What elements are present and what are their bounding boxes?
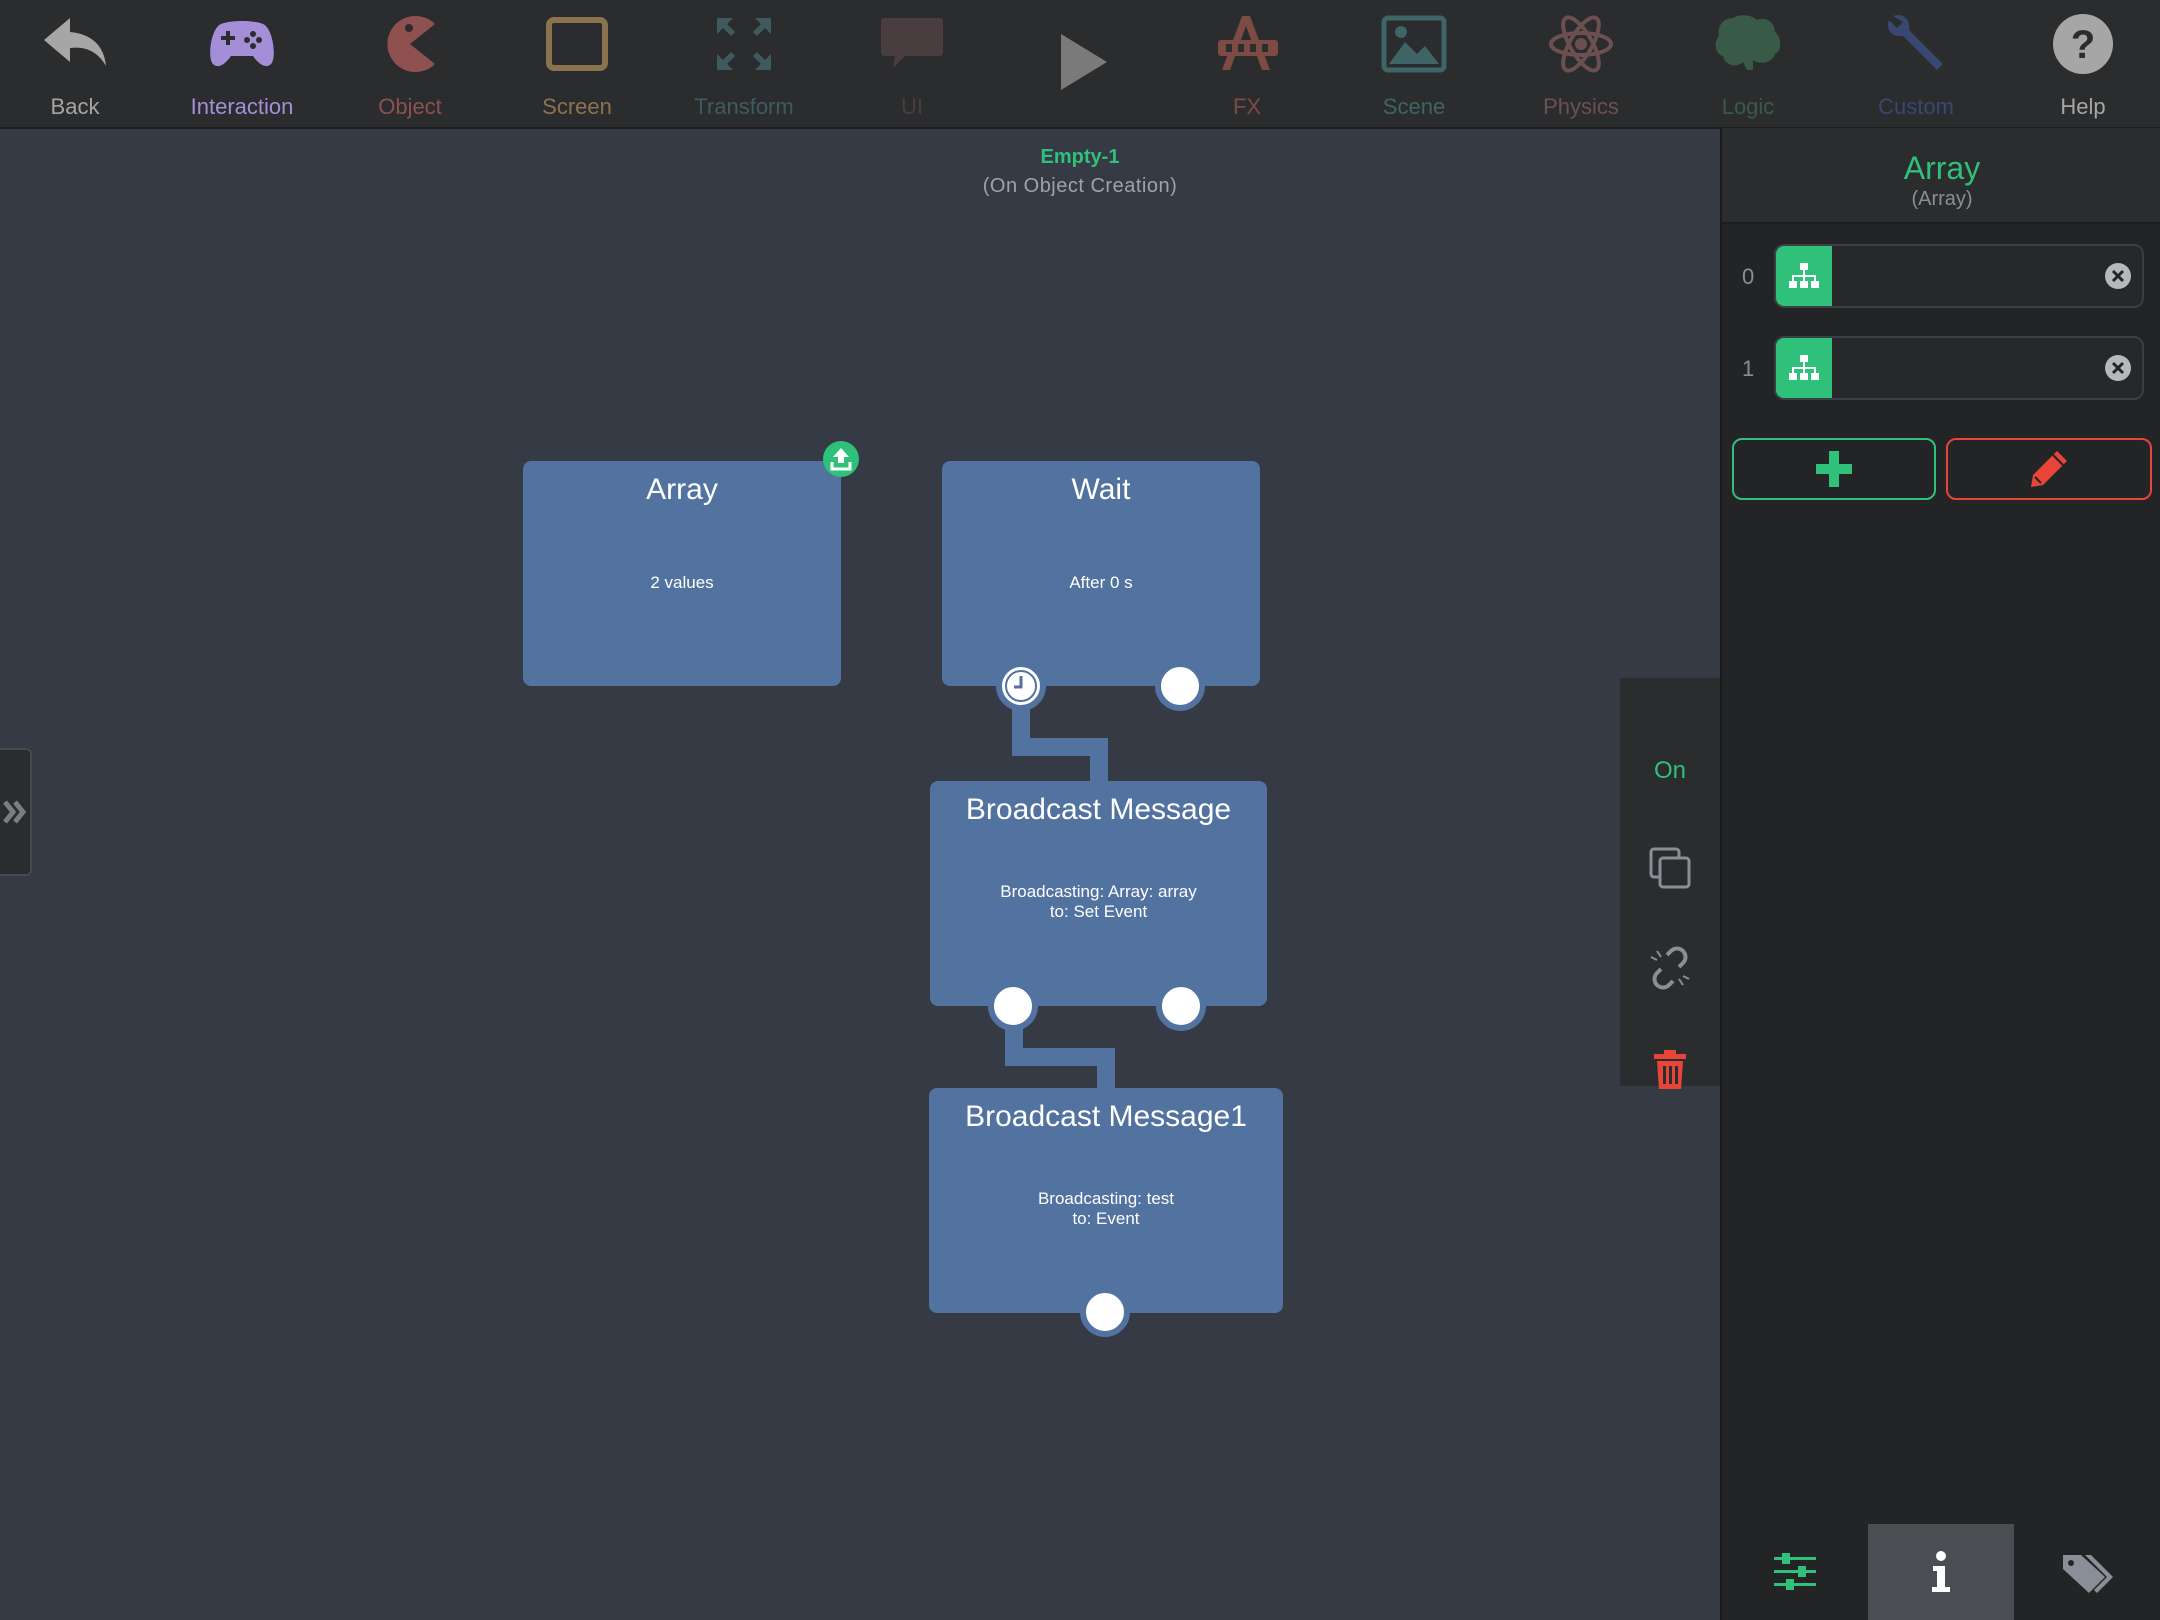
export-icon[interactable] bbox=[822, 440, 860, 478]
pacman-icon bbox=[387, 16, 435, 72]
hierarchy-icon[interactable] bbox=[1776, 246, 1832, 306]
toolbar-screen[interactable]: Screen bbox=[497, 0, 657, 127]
array-item-index: 0 bbox=[1742, 264, 1755, 289]
back-arrow-icon bbox=[44, 18, 106, 66]
toolbar-label: Logic bbox=[1721, 94, 1775, 119]
toolbar-label: Custom bbox=[1878, 94, 1954, 119]
svg-text:?: ? bbox=[2071, 23, 2095, 67]
tags-icon bbox=[2063, 1555, 2113, 1593]
unlink-button[interactable] bbox=[1620, 928, 1720, 1008]
clear-icon[interactable] bbox=[2104, 354, 2132, 382]
array-item-row: 1 bbox=[1722, 336, 2160, 400]
panel-tab-bar bbox=[1722, 1524, 2160, 1620]
atom-icon bbox=[1549, 15, 1613, 73]
wait-node[interactable]: Wait After 0 s bbox=[942, 461, 1260, 686]
output-port[interactable] bbox=[988, 981, 1038, 1031]
plus-icon bbox=[1816, 451, 1852, 487]
toolbar-play[interactable] bbox=[1000, 0, 1160, 127]
toolbar-transform[interactable]: Transform bbox=[664, 0, 824, 127]
toolbar-label: Back bbox=[50, 94, 100, 119]
node-title: Broadcast Message bbox=[965, 793, 1232, 826]
node-description: Broadcasting: test to: Event bbox=[1037, 1189, 1175, 1228]
gamepad-icon bbox=[210, 21, 274, 67]
tab-info[interactable] bbox=[1868, 1524, 2014, 1620]
help-icon: ? bbox=[2053, 14, 2113, 74]
inspector-panel: Array (Array) 0 1 bbox=[1720, 128, 2160, 1620]
broadcast-message-node[interactable]: Broadcast Message Broadcasting: Array: a… bbox=[930, 781, 1267, 1006]
output-port[interactable] bbox=[1156, 981, 1206, 1031]
toolbar-ui[interactable]: UI bbox=[832, 0, 992, 127]
connector bbox=[1090, 738, 1108, 784]
info-icon bbox=[1932, 1551, 1950, 1592]
array-node[interactable]: Array 2 values bbox=[523, 461, 841, 686]
toolbar-label: Screen bbox=[542, 94, 612, 119]
play-icon bbox=[1061, 34, 1107, 90]
node-action-bar: On bbox=[1620, 678, 1720, 1089]
double-chevron-icon bbox=[3, 800, 27, 824]
unlink-icon bbox=[1650, 946, 1690, 990]
toolbar-interaction[interactable]: Interaction bbox=[162, 0, 322, 127]
output-port[interactable] bbox=[1155, 661, 1205, 711]
top-toolbar: Back Interaction Object Screen Transform… bbox=[0, 0, 2160, 129]
node-description: Broadcasting: Array: array to: Set Event bbox=[1000, 882, 1197, 921]
delete-button[interactable] bbox=[1620, 1030, 1720, 1110]
toolbar-help[interactable]: ? Help bbox=[2003, 0, 2160, 127]
node-canvas[interactable] bbox=[0, 128, 1720, 1620]
toolbar-label: Physics bbox=[1543, 94, 1619, 119]
sliders-icon bbox=[1774, 1553, 1816, 1590]
toolbar-label: FX bbox=[1232, 94, 1262, 119]
timer-output-port[interactable] bbox=[996, 661, 1046, 711]
broadcast-message1-node[interactable]: Broadcast Message1 Broadcasting: test to… bbox=[929, 1088, 1283, 1313]
add-item-button[interactable] bbox=[1732, 438, 1936, 500]
toolbar-label: UI bbox=[901, 94, 923, 119]
toolbar-physics[interactable]: Physics bbox=[1501, 0, 1661, 127]
toolbar-custom[interactable]: Custom bbox=[1836, 0, 1996, 127]
clock-icon bbox=[1005, 670, 1037, 702]
clear-icon[interactable] bbox=[2104, 262, 2132, 290]
left-drawer-tab[interactable] bbox=[0, 748, 32, 876]
toolbar-label: Interaction bbox=[190, 94, 294, 119]
node-description: After 0 s bbox=[1069, 573, 1133, 592]
toolbar-scene[interactable]: Scene bbox=[1334, 0, 1494, 127]
output-port[interactable] bbox=[1080, 1287, 1130, 1337]
duplicate-button[interactable] bbox=[1620, 828, 1720, 908]
toolbar-label: Scene bbox=[1382, 94, 1446, 119]
array-item-field[interactable] bbox=[1774, 336, 2144, 400]
toolbar-back[interactable]: Back bbox=[0, 0, 155, 127]
edit-button[interactable] bbox=[1946, 438, 2152, 500]
node-title: Wait bbox=[1071, 473, 1131, 506]
wrench-icon bbox=[1887, 14, 1943, 71]
pencil-icon bbox=[2031, 451, 2067, 487]
node-title: Broadcast Message1 bbox=[965, 1100, 1247, 1133]
expand-arrows-icon bbox=[717, 18, 771, 70]
panel-subtitle: (Array) bbox=[1911, 188, 1973, 210]
node-title: Array bbox=[646, 473, 718, 506]
tablet-icon bbox=[546, 17, 608, 71]
toolbar-label: Transform bbox=[694, 94, 794, 119]
toolbar-label: Object bbox=[378, 94, 442, 119]
image-icon bbox=[1381, 15, 1447, 73]
hierarchy-icon[interactable] bbox=[1776, 338, 1832, 398]
array-item-row: 0 bbox=[1722, 244, 2160, 308]
copy-icon bbox=[1649, 847, 1691, 889]
tab-properties[interactable] bbox=[1722, 1524, 1868, 1620]
panel-title: Array bbox=[1903, 150, 1981, 186]
toolbar-fx[interactable]: FX bbox=[1167, 0, 1327, 127]
fx-icon bbox=[1218, 16, 1278, 70]
speech-bubble-icon bbox=[881, 18, 943, 68]
node-description: 2 values bbox=[650, 573, 714, 592]
connector bbox=[1097, 1048, 1115, 1090]
brain-icon bbox=[1715, 15, 1781, 70]
tab-tags[interactable] bbox=[2014, 1524, 2160, 1620]
array-item-index: 1 bbox=[1742, 356, 1755, 381]
trash-icon bbox=[1654, 1050, 1686, 1089]
panel-header: Array (Array) bbox=[1722, 128, 2160, 224]
toolbar-label: Help bbox=[2060, 94, 2106, 119]
toolbar-object[interactable]: Object bbox=[330, 0, 490, 127]
toolbar-logic[interactable]: Logic bbox=[1668, 0, 1828, 127]
toggle-on-button[interactable]: On bbox=[1620, 731, 1720, 811]
array-item-field[interactable] bbox=[1774, 244, 2144, 308]
